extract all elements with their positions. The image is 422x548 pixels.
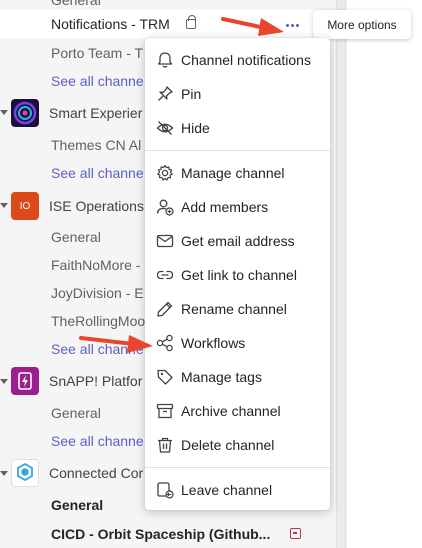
menu-item-hide[interactable]: Hide bbox=[145, 111, 330, 145]
menu-item-get-email-address[interactable]: Get email address bbox=[145, 224, 330, 258]
menu-item-rename-channel[interactable]: Rename channel bbox=[145, 292, 330, 326]
menu-item-label: Add members bbox=[181, 199, 269, 215]
channel-label: TheRollingMoo bbox=[51, 313, 146, 329]
annotation-arrow-icon bbox=[221, 17, 284, 36]
team-label: ISE Operations bbox=[49, 198, 144, 214]
menu-item-label: Get email address bbox=[181, 233, 295, 249]
gear-icon bbox=[157, 164, 173, 181]
eye-off-icon bbox=[156, 121, 174, 135]
channel-label: JoyDivision - E bbox=[51, 285, 144, 301]
link-icon bbox=[156, 270, 174, 280]
bell-icon bbox=[157, 52, 173, 68]
menu-item-archive-channel[interactable]: Archive channel bbox=[145, 394, 330, 428]
channel-label: CICD - Orbit Spaceship (Github... bbox=[51, 526, 271, 542]
channel-label: General bbox=[51, 229, 101, 245]
mail-icon bbox=[156, 234, 174, 248]
channel-label: General bbox=[51, 405, 101, 421]
menu-item-manage-tags[interactable]: Manage tags bbox=[145, 360, 330, 394]
menu-item-label: Leave channel bbox=[181, 482, 273, 498]
link-label: See all channe bbox=[51, 73, 144, 89]
menu-item-pin[interactable]: Pin bbox=[145, 77, 330, 111]
team-label: Connected Cor bbox=[49, 465, 144, 481]
menu-item-workflows[interactable]: Workflows bbox=[145, 326, 330, 360]
channel-label: General bbox=[51, 0, 101, 8]
menu-item-label: Delete channel bbox=[181, 437, 275, 453]
menu-item-label: Pin bbox=[181, 86, 202, 102]
menu-item-manage-channel[interactable]: Manage channel bbox=[145, 156, 330, 190]
menu-separator bbox=[145, 150, 330, 151]
add-person-icon bbox=[156, 199, 174, 216]
lock-icon bbox=[186, 15, 196, 29]
channel-label: General bbox=[51, 497, 104, 513]
menu-item-label: Rename channel bbox=[181, 301, 287, 317]
menu-item-leave-channel[interactable]: Leave channel bbox=[145, 473, 330, 507]
pencil-icon bbox=[157, 301, 173, 317]
team-label: Smart Experier bbox=[49, 105, 143, 121]
menu-item-label: Archive channel bbox=[181, 403, 281, 419]
menu-item-delete-channel[interactable]: Delete channel bbox=[145, 428, 330, 462]
menu-item-get-link-to-channel[interactable]: Get link to channel bbox=[145, 258, 330, 292]
channel-context-menu: Channel notifications Pin Hide Manage ch… bbox=[145, 38, 330, 510]
leave-icon bbox=[157, 482, 174, 499]
pane-divider[interactable] bbox=[336, 0, 346, 548]
link-label: See all channe bbox=[51, 433, 144, 449]
menu-item-label: Hide bbox=[181, 120, 210, 136]
menu-item-label: Channel notifications bbox=[181, 52, 311, 68]
trash-icon bbox=[158, 437, 172, 453]
menu-item-channel-notifications[interactable]: Channel notifications bbox=[145, 43, 330, 77]
main-pane bbox=[347, 0, 422, 548]
channel-label: FaithNoMore - bbox=[51, 257, 141, 273]
menu-separator bbox=[145, 467, 330, 468]
menu-item-label: Workflows bbox=[181, 335, 246, 351]
channel-label: Notifications - TRM bbox=[51, 16, 170, 32]
channel-item-cicd-orbit-spaceship[interactable]: CICD - Orbit Spaceship (Github... bbox=[0, 520, 336, 548]
channel-label: Porto Team - T bbox=[51, 45, 144, 61]
team-label: SnAPP! Platfor bbox=[49, 373, 143, 389]
archive-icon bbox=[156, 403, 174, 419]
pin-icon bbox=[158, 86, 173, 101]
channel-badge-icon bbox=[290, 528, 301, 539]
menu-item-label: Get link to channel bbox=[181, 267, 297, 283]
more-options-tooltip: More options bbox=[313, 10, 411, 39]
menu-item-label: Manage tags bbox=[181, 369, 262, 385]
tag-icon bbox=[157, 369, 173, 385]
menu-item-add-members[interactable]: Add members bbox=[145, 190, 330, 224]
channel-label: Themes CN Al bbox=[51, 137, 142, 153]
link-label: See all channe bbox=[51, 165, 144, 181]
menu-item-label: Manage channel bbox=[181, 165, 285, 181]
annotation-arrow-icon bbox=[79, 335, 153, 353]
workflow-icon bbox=[156, 334, 173, 352]
